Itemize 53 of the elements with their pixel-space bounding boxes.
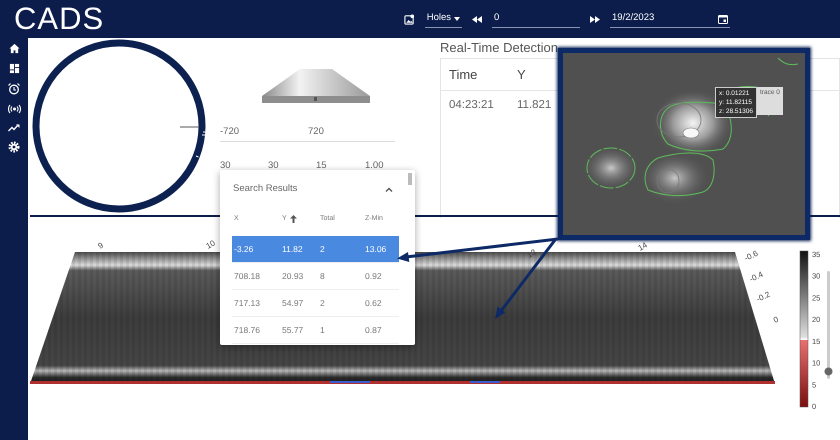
range-min-label: -720 xyxy=(220,125,240,139)
table-cell-text: 717.13 xyxy=(233,296,261,310)
table-cell-text: 0.62 xyxy=(364,296,383,310)
rewind-icon[interactable] xyxy=(472,16,482,22)
parameter-value: 30 xyxy=(268,159,280,174)
mode-select[interactable]: Holes xyxy=(424,10,462,28)
table-cell-text: 718.76 xyxy=(233,324,261,336)
table-cell-text: 55.77 xyxy=(281,324,304,336)
app-title: CADS xyxy=(14,0,104,38)
fast-forward-icon[interactable] xyxy=(590,16,600,22)
axis-tick-label: 0 xyxy=(772,314,780,325)
table-cell-text: 20.93 xyxy=(281,270,304,282)
date-input[interactable]: 19/2/2023 xyxy=(610,10,730,28)
alarm-clock-icon[interactable] xyxy=(8,83,20,95)
parameter-value: 15 xyxy=(316,159,328,174)
axis-tick-label: 9 xyxy=(96,240,105,251)
column-header: Time xyxy=(449,66,478,84)
offset-input[interactable]: 0 xyxy=(492,10,580,28)
table-cell-text: 708.18 xyxy=(233,270,261,282)
table-cell-text: 8 xyxy=(319,270,326,282)
section-title: Real-Time Detection xyxy=(440,40,560,56)
axis-tick-label: 14 xyxy=(636,240,649,253)
home-icon[interactable] xyxy=(8,43,20,54)
table-cell-text: 2 xyxy=(319,242,326,256)
table-cell-text: 0.92 xyxy=(364,270,383,282)
dashboard-icon[interactable] xyxy=(8,63,20,74)
table-cell-text: 2 xyxy=(319,296,326,310)
parameter-value: 1.00 xyxy=(365,159,384,174)
image-icon[interactable] xyxy=(404,14,415,24)
table-cell-text: 0.87 xyxy=(364,324,383,336)
range-max-label: 720 xyxy=(308,125,324,139)
table-cell-text: 1 xyxy=(319,324,326,336)
axis-tick-label: 10 xyxy=(204,238,217,251)
parameter-value: 30 xyxy=(220,159,232,174)
settings-icon[interactable] xyxy=(8,141,20,153)
result-row[interactable]: -3.26 11.82 2 13.06 xyxy=(232,236,399,263)
table-cell-text: 13.06 xyxy=(364,242,388,256)
axis-tick-label: -0.2 xyxy=(755,290,772,304)
trend-icon[interactable] xyxy=(8,123,20,132)
calendar-icon[interactable] xyxy=(718,14,728,24)
broadcast-icon[interactable] xyxy=(8,104,20,114)
axis-tick-label: -0.4 xyxy=(748,270,764,284)
caret-icon xyxy=(454,16,460,20)
table-cell-text: 11.821 xyxy=(517,98,552,114)
column-header: Y xyxy=(517,66,527,84)
table-cell-text: 54.97 xyxy=(281,296,304,310)
panel-title: Search Results xyxy=(233,182,298,196)
table-cell-text: 11.82 xyxy=(281,242,304,256)
table-cell-text: 04:23:21 xyxy=(449,98,495,114)
slider-thumb[interactable] xyxy=(824,367,832,376)
axis-tick-label: -0.6 xyxy=(743,248,760,263)
table-cell-text: -3.26 xyxy=(233,242,254,256)
collapse-toggle[interactable] xyxy=(385,186,393,192)
